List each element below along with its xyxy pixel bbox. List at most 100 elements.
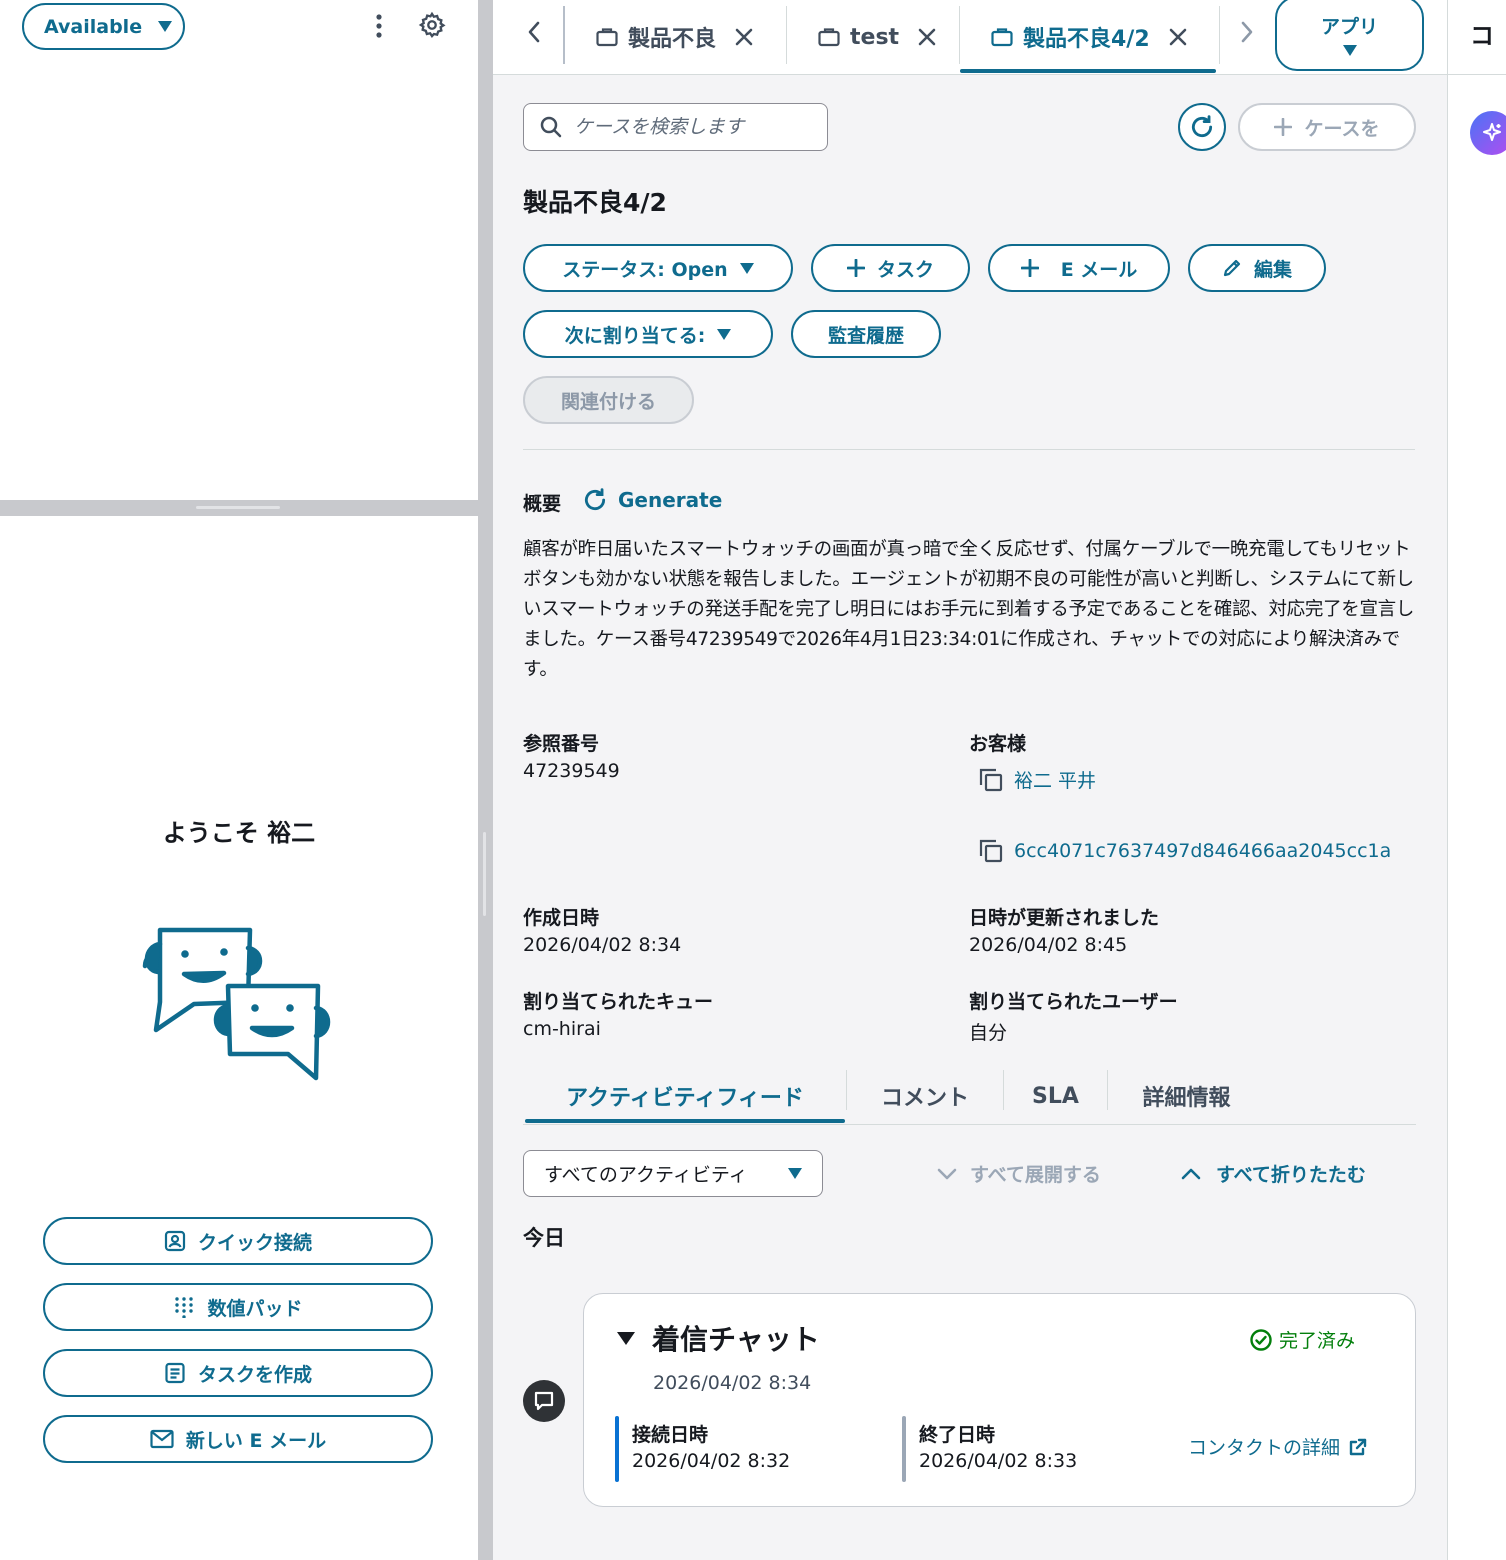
gear-icon[interactable] [418,11,446,39]
connected-indicator-bar [615,1416,619,1482]
ended-at-label: 終了日時 [919,1424,996,1446]
welcome-message: ようこそ 裕二 [162,819,316,847]
edit-button[interactable]: 編集 [1188,244,1326,292]
contact-card-icon [164,1230,186,1252]
tab-comments[interactable]: コメント [847,1070,1003,1122]
status-label: ステータス: Open [562,258,728,281]
edit-label: 編集 [1253,258,1292,281]
copy-icon[interactable] [978,838,1004,864]
right-panel-title: コ [1470,22,1494,50]
create-task-label: タスクを作成 [197,1363,312,1386]
caret-down-icon [717,328,732,340]
assigned-user-value: 自分 [969,1022,1008,1044]
tab-scroll-right-icon[interactable] [1232,16,1262,48]
caret-down-icon [1342,44,1357,56]
assigned-queue-value: cm-hirai [523,1018,601,1040]
new-email-label: 新しい E メール [185,1429,327,1452]
tab-activity-feed[interactable]: アクティビティフィード [525,1070,845,1122]
tab-details[interactable]: 詳細情報 [1108,1070,1265,1122]
assigned-user-label: 割り当てられたユーザー [969,991,1178,1013]
customer-id-link[interactable]: 6cc4071c7637497d846466aa2045cc1a [1014,840,1391,862]
audit-history-button[interactable]: 監査履歴 [791,310,941,358]
expand-all-button: すべて展開する [936,1160,1101,1187]
new-email-button[interactable]: 新しい E メール [43,1415,433,1463]
add-task-button[interactable]: タスク [811,244,970,292]
caret-down-icon [788,1168,802,1179]
chat-bubble-icon [523,1380,565,1422]
apps-label: アプリ [1320,15,1378,38]
apps-dropdown-button[interactable]: アプリ [1275,0,1424,71]
task-icon [165,1362,185,1384]
agent-status-label: Available [44,15,143,38]
collapse-all-label: すべて折りたたむ [1216,1164,1366,1186]
add-email-label: E メール [1060,258,1138,281]
collapse-all-button[interactable]: すべて折りたたむ [1180,1160,1366,1187]
tab-case-3[interactable]: 製品不良4/2 [991,0,1188,74]
link-cases-button: 関連付ける [523,376,694,424]
case-search-field[interactable] [523,103,828,151]
chevron-up-icon [1181,1168,1201,1179]
contact-details-link[interactable]: コンタクトの詳細 [1188,1433,1368,1460]
keypad-label: 数値パッド [207,1297,303,1320]
plus-icon [846,259,865,277]
customer-name-link[interactable]: 裕二 平井 [1014,766,1096,793]
agent-status-dropdown[interactable]: Available [22,3,185,50]
connected-at-label: 接続日時 [632,1424,709,1446]
close-icon[interactable] [1168,27,1188,47]
tab-sla[interactable]: SLA [1004,1070,1107,1122]
created-at-value: 2026/04/02 8:34 [523,934,682,956]
customer-label: お客様 [969,733,1027,755]
add-email-button[interactable]: E メール [988,244,1170,292]
caret-down-icon [739,262,754,274]
tab-label: 製品不良4/2 [1023,27,1150,52]
check-circle-icon [1250,1328,1272,1351]
create-task-button[interactable]: タスクを作成 [43,1349,433,1397]
activity-timestamp: 2026/04/02 8:34 [653,1372,812,1394]
briefcase-icon [596,28,618,47]
tab-case-1[interactable]: 製品不良 [596,0,754,74]
tab-case-2[interactable]: test [818,0,937,74]
refresh-button[interactable] [1178,103,1226,151]
contact-details-label: コンタクトの詳細 [1188,1437,1341,1459]
plus-icon [1020,259,1039,277]
assign-next-dropdown[interactable]: 次に割り当てる: [523,310,773,358]
status-dropdown-button[interactable]: ステータス: Open [523,244,793,292]
vertical-resize-handle[interactable] [478,0,493,1560]
add-task-label: タスク [876,258,934,281]
refresh-icon [1192,115,1213,138]
activity-filter-select[interactable]: すべてのアクティビティ [523,1150,823,1197]
close-icon[interactable] [917,27,937,47]
customer-name-row: 裕二 平井 [978,766,1096,793]
assign-next-label: 次に割り当てる: [564,324,706,347]
updated-at-value: 2026/04/02 8:45 [969,934,1128,956]
chevron-down-icon [937,1168,957,1179]
tab-label: 製品不良 [628,27,717,52]
tab-scroll-left-icon[interactable] [519,16,549,48]
activity-card-toggle[interactable]: 着信チャット [616,1318,820,1358]
panel-resize-handle[interactable] [0,500,478,516]
audit-history-label: 監査履歴 [827,324,904,347]
activity-filter-value: すべてのアクティビティ [544,1164,748,1186]
caret-down-icon [617,1332,635,1345]
ai-sparkle-icon[interactable] [1470,111,1506,155]
quick-connect-button[interactable]: クイック接続 [43,1217,433,1265]
updated-at-label: 日時が更新されました [969,907,1160,929]
generate-summary-button[interactable]: Generate [582,487,722,513]
plus-icon [1274,118,1293,136]
more-options-icon[interactable] [368,12,390,40]
keypad-icon [175,1297,194,1318]
keypad-button[interactable]: 数値パッド [43,1283,433,1331]
close-icon[interactable] [734,27,754,47]
activity-status-label: 完了済み [1279,1330,1356,1352]
refresh-icon [585,488,606,511]
caret-down-icon [158,21,173,32]
connected-at-value: 2026/04/02 8:32 [632,1450,791,1472]
pencil-icon [1223,259,1241,277]
external-link-icon [1349,1438,1367,1455]
create-case-label: ケースを [1304,117,1380,140]
envelope-icon [150,1429,174,1449]
summary-heading: 概要 [523,493,562,515]
case-search-input[interactable] [574,116,804,138]
copy-icon[interactable] [978,767,1004,793]
active-detail-tab-indicator [525,1119,845,1123]
